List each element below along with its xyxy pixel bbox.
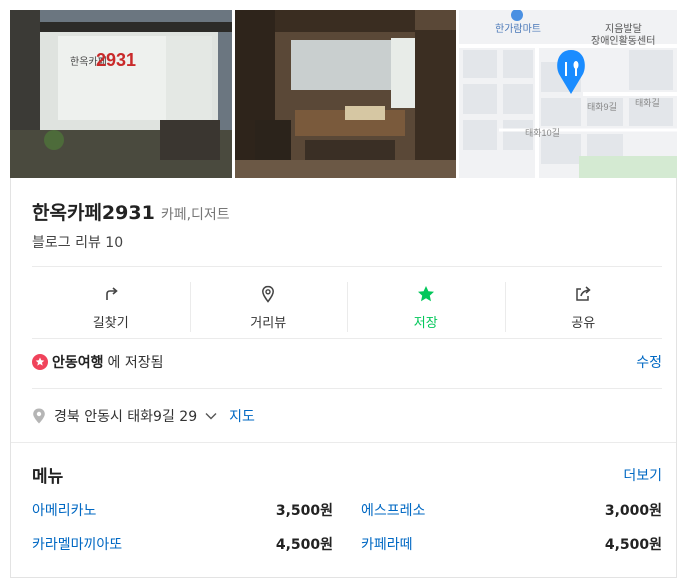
exterior-photo-art: 한옥카페 2931 — [10, 10, 232, 178]
address-pin-icon — [33, 408, 45, 424]
section-divider — [11, 442, 676, 443]
edit-saved-button[interactable]: 수정 — [636, 352, 662, 372]
menu-item-price: 4,500원 — [604, 537, 662, 553]
saved-folder-name[interactable]: 안동여행 — [52, 352, 104, 372]
saved-badge-icon — [32, 354, 48, 370]
menu-item-price: 3,500원 — [275, 503, 333, 519]
mini-map[interactable]: 한가람마트 지음발달 장애인활동센터 태화9길 태화길 태화10길 — [459, 10, 677, 178]
menu-item-name[interactable]: 카페라떼 — [361, 534, 413, 554]
menu-item-name[interactable]: 에스프레소 — [361, 500, 425, 520]
divider — [32, 266, 662, 267]
map-label-road: 태화길 — [635, 98, 660, 108]
photo-interior[interactable] — [235, 10, 456, 178]
location-pin-icon — [262, 285, 275, 303]
save-label: 저장 — [413, 315, 438, 331]
menu-more-button[interactable]: 더보기 — [623, 465, 662, 485]
saved-row: 안동여행 에 저장됨 수정 — [32, 352, 662, 372]
place-name[interactable]: 한옥카페2931 — [32, 198, 155, 225]
place-card: 한옥카페2931 카페,디저트 블로그 리뷰 10 길찾기 거리뷰 저장 공유 … — [10, 178, 677, 578]
sign-number: 2931 — [96, 50, 136, 70]
map-link[interactable]: 지도 — [229, 406, 255, 426]
directions-button[interactable]: 길찾기 — [32, 276, 190, 338]
review-count[interactable]: 블로그 리뷰 10 — [32, 232, 123, 252]
menu-item-price: 4,500원 — [275, 537, 333, 553]
map-label-mart: 한가람마트 — [495, 22, 541, 35]
menu-title: 메뉴 — [32, 467, 64, 487]
save-button[interactable]: 저장 — [347, 276, 505, 338]
map-label-road-9: 태화9길 — [587, 102, 617, 112]
directions-icon — [105, 286, 118, 300]
menu-header: 메뉴 더보기 — [32, 462, 662, 487]
action-bar: 길찾기 거리뷰 저장 공유 — [32, 276, 662, 338]
menu-item-price: 3,000원 — [604, 503, 662, 519]
share-label: 공유 — [571, 315, 596, 331]
menu-item-name[interactable]: 아메리카노 — [32, 500, 96, 520]
divider — [32, 388, 662, 389]
share-icon — [576, 285, 591, 301]
directions-label: 길찾기 — [92, 315, 129, 331]
street-view-button[interactable]: 거리뷰 — [189, 276, 348, 338]
menu-item[interactable]: 아메리카노 3,500원 — [32, 500, 333, 520]
saved-info: 안동여행 에 저장됨 — [32, 352, 164, 372]
photo-exterior[interactable]: 한옥카페 2931 — [10, 10, 232, 178]
menu-list: 아메리카노 3,500원 에스프레소 3,000원 카라멜마끼아또 4,500원… — [32, 500, 662, 554]
menu-item[interactable]: 에스프레소 3,000원 — [361, 500, 662, 520]
address-row: 경북 안동시 태화9길 29 지도 — [32, 406, 255, 426]
share-button[interactable]: 공유 — [504, 276, 663, 338]
map-art: 한가람마트 지음발달 장애인활동센터 태화9길 태화길 태화10길 — [459, 10, 677, 178]
menu-item[interactable]: 카라멜마끼아또 4,500원 — [32, 534, 333, 554]
saved-suffix: 에 저장됨 — [107, 355, 164, 371]
map-label-center-1: 지음발달 — [605, 23, 642, 35]
title-row: 한옥카페2931 카페,디저트 — [32, 198, 230, 225]
star-icon — [417, 285, 434, 301]
place-category: 카페,디저트 — [160, 207, 230, 223]
photo-strip: 한옥카페 2931 한가람마트 지음발달 장애인활동센터 태화9길 태화길 태화… — [10, 10, 677, 178]
street-view-label: 거리뷰 — [250, 315, 287, 331]
chevron-down-icon[interactable] — [205, 412, 217, 420]
interior-photo-art — [235, 10, 456, 178]
menu-item[interactable]: 카페라떼 4,500원 — [361, 534, 662, 554]
map-label-center-2: 장애인활동센터 — [591, 34, 655, 47]
divider — [32, 338, 662, 339]
map-label-road-10: 태화10길 — [525, 128, 560, 138]
address-text: 경북 안동시 태화9길 29 — [54, 409, 198, 425]
menu-item-name[interactable]: 카라멜마끼아또 — [32, 534, 122, 554]
